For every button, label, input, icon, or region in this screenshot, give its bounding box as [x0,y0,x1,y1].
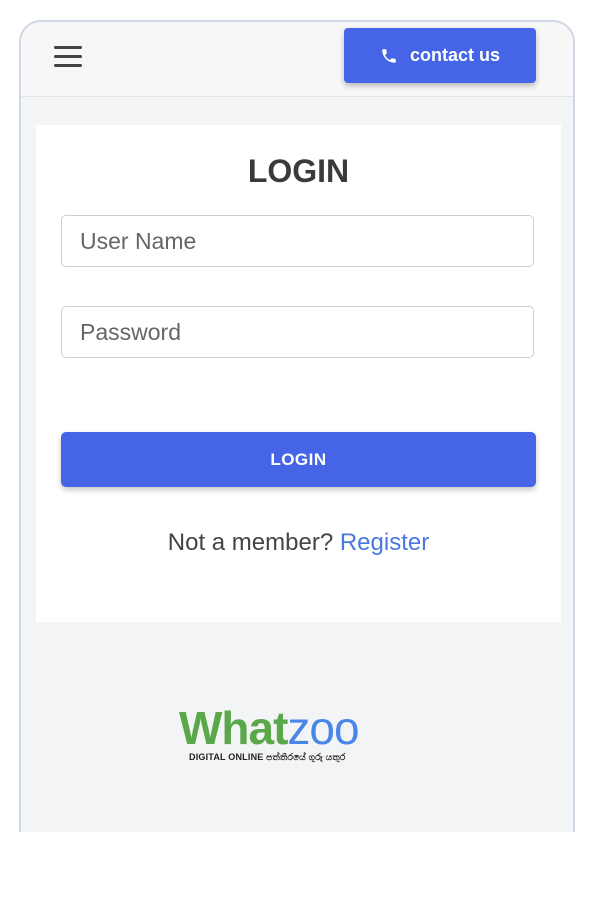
logo-part-what: What [179,702,288,754]
contact-us-label: contact us [409,45,501,65]
logo-tagline: DIGITAL ONLINE පත්තිරයේ ගුරු යතුර [189,752,346,762]
contact-us-button[interactable]: contact us [344,28,536,83]
phone-icon [382,48,396,63]
not-member-text: Not a member? [167,529,340,556]
login-title: LOGIN [247,153,350,189]
login-button[interactable]: LOGIN [61,432,536,487]
username-input[interactable] [61,215,534,267]
register-link[interactable]: Register [340,529,429,556]
hamburger-menu-icon[interactable] [54,46,82,68]
phone-frame: contact us LOGIN LOGIN Not a member? Reg… [19,20,575,832]
login-card: LOGIN LOGIN Not a member? Register [36,125,561,622]
top-bar: contact us [21,22,573,97]
register-prompt: Not a member? Register [36,529,561,557]
logo-part-zoo: zoo [287,702,359,754]
whatzoo-logo[interactable]: Whatzoo DIGITAL ONLINE පත්තිරයේ ගුරු යතු… [179,705,399,765]
password-input[interactable] [61,306,534,358]
